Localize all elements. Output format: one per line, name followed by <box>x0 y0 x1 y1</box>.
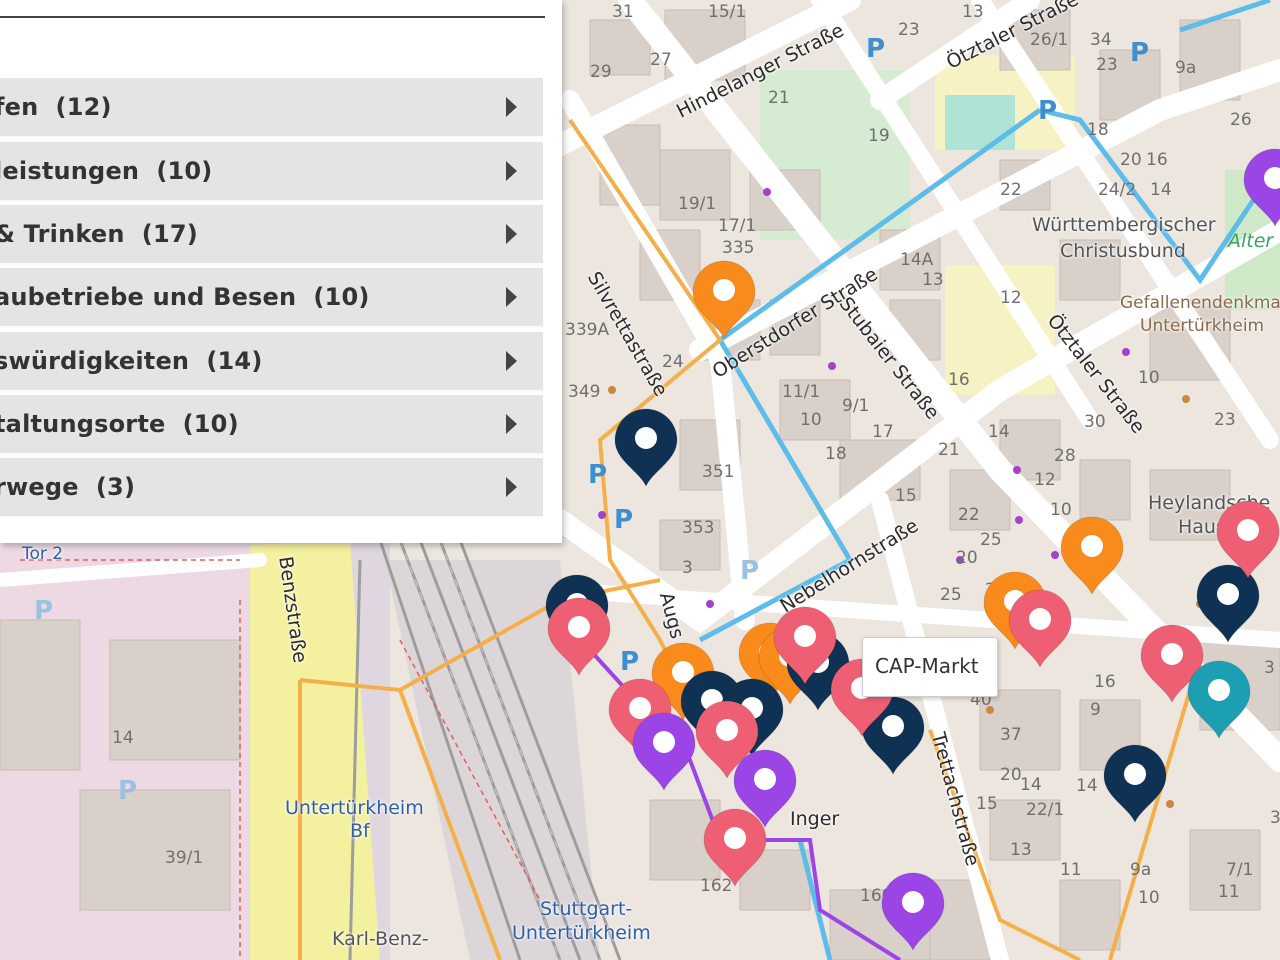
category-count: (10) <box>313 283 370 311</box>
expand-arrow-icon[interactable] <box>506 351 517 371</box>
category-label: aubetriebe und Besen (10) <box>0 283 370 311</box>
category-label: fen (12) <box>0 93 112 121</box>
category-row[interactable]: fen (12) <box>0 78 543 138</box>
category-count: (17) <box>141 220 198 248</box>
category-count: (14) <box>206 347 263 375</box>
poi-marker-orange[interactable] <box>692 260 756 340</box>
expand-arrow-icon[interactable] <box>506 414 517 434</box>
category-name: taltungsorte <box>0 410 166 438</box>
category-name: swürdigkeiten <box>0 347 190 375</box>
category-row[interactable]: & Trinken (17) <box>0 205 543 265</box>
category-panel: fen (12) leistungen (10) & Trinken (17) aub… <box>0 0 562 543</box>
category-count: (10) <box>156 157 213 185</box>
expand-arrow-icon[interactable] <box>506 287 517 307</box>
panel-divider <box>0 16 545 18</box>
category-row[interactable]: taltungsorte (10) <box>0 395 543 455</box>
poi-marker-navy[interactable] <box>1103 744 1167 824</box>
poi-marker-pink[interactable] <box>1008 589 1072 669</box>
poi-marker-teal[interactable] <box>1187 660 1251 740</box>
poi-marker-navy[interactable] <box>1196 564 1260 644</box>
category-count: (3) <box>95 473 136 501</box>
category-name: & Trinken <box>0 220 125 248</box>
category-label: swürdigkeiten (14) <box>0 347 263 375</box>
category-count: (10) <box>182 410 239 438</box>
category-name: rwege <box>0 473 79 501</box>
expand-arrow-icon[interactable] <box>506 224 517 244</box>
poi-marker-pink[interactable] <box>703 808 767 888</box>
category-label: & Trinken (17) <box>0 220 198 248</box>
category-row[interactable]: rwege (3) <box>0 458 543 518</box>
category-name: aubetriebe und Besen <box>0 283 297 311</box>
category-label: taltungsorte (10) <box>0 410 239 438</box>
expand-arrow-icon[interactable] <box>506 161 517 181</box>
map-tooltip: CAP-Markt <box>862 637 998 697</box>
category-label: leistungen (10) <box>0 157 212 185</box>
poi-marker-pink[interactable] <box>547 597 611 677</box>
category-row[interactable]: swürdigkeiten (14) <box>0 332 543 392</box>
tooltip-text: CAP-Markt <box>875 654 979 678</box>
poi-marker-orange[interactable] <box>1060 516 1124 596</box>
poi-marker-purple[interactable] <box>881 872 945 952</box>
expand-arrow-icon[interactable] <box>506 97 517 117</box>
poi-marker-navy[interactable] <box>614 408 678 488</box>
category-count: (12) <box>55 93 112 121</box>
expand-arrow-icon[interactable] <box>506 477 517 497</box>
category-row[interactable]: leistungen (10) <box>0 142 543 202</box>
poi-marker-purple[interactable] <box>1243 148 1280 228</box>
poi-marker-purple[interactable] <box>632 712 696 792</box>
category-name: leistungen <box>0 157 140 185</box>
category-label: rwege (3) <box>0 473 135 501</box>
category-name: fen <box>0 93 39 121</box>
category-row[interactable]: aubetriebe und Besen (10) <box>0 268 543 328</box>
